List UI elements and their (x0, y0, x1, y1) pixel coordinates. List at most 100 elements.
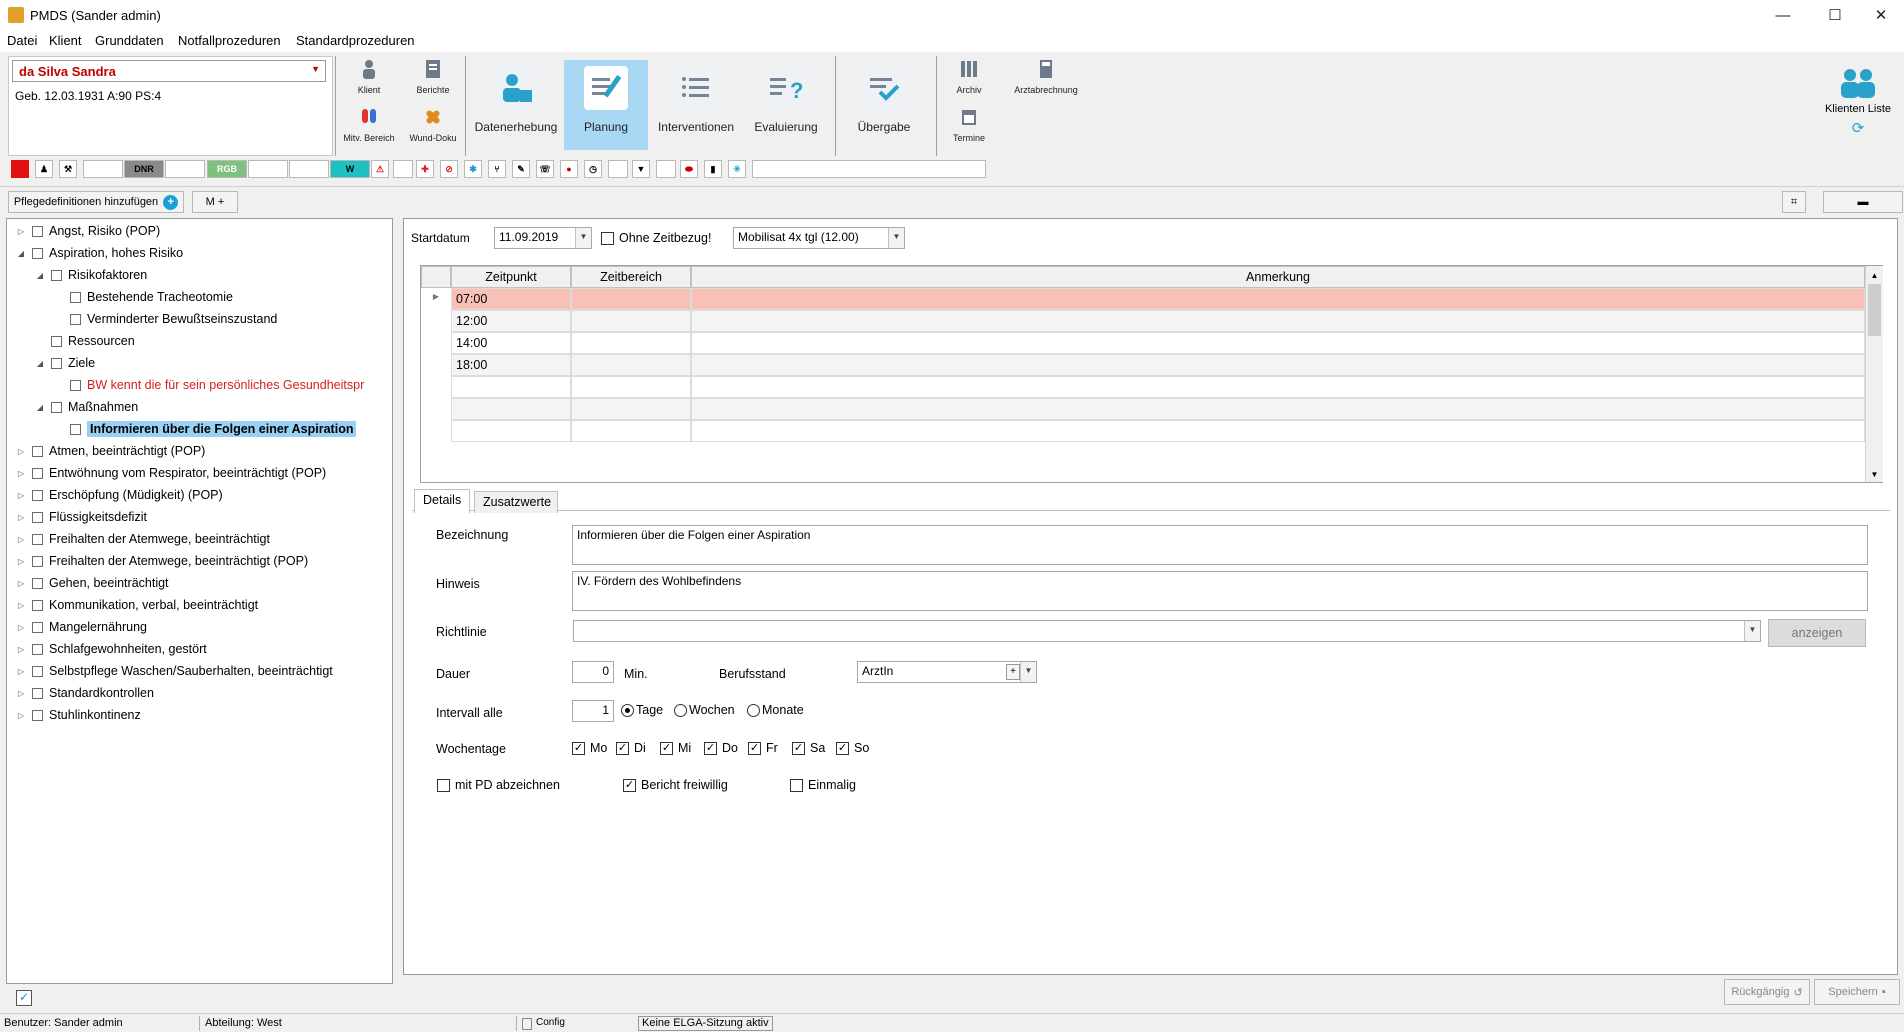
expand-toggle-icon[interactable]: ◢ (15, 249, 27, 258)
expand-toggle-icon[interactable]: ▷ (15, 601, 27, 610)
tree-checkbox[interactable] (32, 467, 43, 479)
tools-icon[interactable]: ⚒ (59, 160, 77, 178)
interventionen-button[interactable]: Interventionen (654, 60, 738, 150)
mit-pd-checkbox[interactable]: mit PD abzeichnen (437, 778, 560, 792)
tree-node[interactable]: ▷ Standardkontrollen (15, 683, 154, 703)
wrench-icon[interactable]: ✎ (512, 160, 530, 178)
termine-button[interactable]: Termine (942, 106, 996, 152)
radio-tage[interactable]: Tage (621, 703, 663, 717)
blood-drop-icon[interactable]: ● (560, 160, 578, 178)
dauer-field[interactable]: 0 (572, 661, 614, 683)
tree-node[interactable]: ▷ Atmen, beeinträchtigt (POP) (15, 441, 205, 461)
berichte-button[interactable]: Berichte (406, 58, 460, 104)
expand-toggle-icon[interactable]: ▷ (15, 447, 27, 456)
tree-checkbox[interactable] (70, 379, 81, 391)
expand-toggle-icon[interactable]: ▷ (15, 491, 27, 500)
battery-icon[interactable]: ▮ (704, 160, 722, 178)
bericht-freiwillig-checkbox[interactable]: ✓ Bericht freiwillig (623, 778, 728, 792)
tree-node[interactable]: Bestehende Tracheotomie (53, 287, 233, 307)
klienten-liste-button[interactable]: Klienten Liste ⟳ (1818, 66, 1898, 137)
tree-checkbox[interactable] (32, 687, 43, 699)
cross-icon[interactable]: ✚ (416, 160, 434, 178)
cell-anmerkung[interactable] (691, 332, 1865, 354)
tree-checkbox[interactable] (32, 445, 43, 457)
pill-icon[interactable]: ⬬ (680, 160, 698, 178)
snowflake-icon[interactable]: ✱ (464, 160, 482, 178)
cell-zeitbereich[interactable] (571, 376, 691, 398)
maximize-button[interactable]: ☐ (1812, 0, 1858, 30)
col-zeitpunkt[interactable]: Zeitpunkt (451, 266, 571, 288)
empty-field[interactable] (608, 160, 628, 178)
evaluierung-button[interactable]: ? Evaluierung (744, 60, 828, 150)
tree-checkbox[interactable] (32, 225, 43, 237)
red-flag-icon[interactable] (11, 160, 29, 178)
cell-zeitpunkt[interactable]: 07:00 (451, 288, 571, 310)
add-definition-button[interactable]: Pflegedefinitionen hinzufügen + (8, 191, 184, 213)
richtlinie-select[interactable]: ▼ (573, 620, 1761, 642)
tree-node[interactable]: ◢ Ziele (34, 353, 95, 373)
col-anmerkung[interactable]: Anmerkung (691, 266, 1865, 288)
tree-checkbox[interactable] (51, 357, 62, 369)
col-zeitbereich[interactable]: Zeitbereich (571, 266, 691, 288)
rgb-badge[interactable]: RGB (207, 160, 247, 178)
cell-anmerkung[interactable] (691, 310, 1865, 332)
tree-checkbox[interactable] (70, 313, 81, 325)
tree-node[interactable]: ▷ Freihalten der Atemwege, beeinträchtigt… (15, 551, 308, 571)
expand-toggle-icon[interactable]: ◢ (34, 403, 46, 412)
tree-checkbox[interactable] (32, 709, 43, 721)
config-checkbox[interactable] (522, 1018, 532, 1030)
uebergabe-button[interactable]: Übergabe (842, 60, 926, 150)
expand-toggle-icon[interactable]: ▷ (15, 623, 27, 632)
tree-checkbox[interactable] (51, 335, 62, 347)
tree-node[interactable]: ▷ Angst, Risiko (POP) (15, 221, 160, 241)
tree-node[interactable]: ▷ Stuhlinkontinenz (15, 705, 141, 725)
tree-node[interactable]: ◢ Maßnahmen (34, 397, 138, 417)
arztabrechnung-button[interactable]: Arztabrechnung (1010, 58, 1082, 104)
filter-icon[interactable]: ▼ (632, 160, 650, 178)
menu-notfallprozeduren[interactable]: Notfallprozeduren (178, 33, 281, 48)
scroll-down-icon[interactable]: ▼ (1866, 470, 1883, 479)
tree-node[interactable]: ▷ Freihalten der Atemwege, beeinträchtigt (15, 529, 270, 549)
print-icon[interactable]: ▬ (1823, 191, 1903, 213)
empty-field[interactable] (248, 160, 288, 178)
tree-node[interactable]: ▷ Flüssigkeitsdefizit (15, 507, 147, 527)
layout-icon[interactable]: ⌗ (1782, 191, 1806, 213)
dnr-badge[interactable]: DNR (124, 160, 164, 178)
tree-node[interactable]: Ressourcen (34, 331, 135, 351)
menu-standardprozeduren[interactable]: Standardprozeduren (296, 33, 415, 48)
tree-node[interactable]: Informieren über die Folgen einer Aspira… (53, 419, 357, 439)
anzeigen-button[interactable]: anzeigen (1768, 619, 1866, 647)
tree-checkbox[interactable] (32, 533, 43, 545)
ohne-zeitbezug-checkbox[interactable]: Ohne Zeitbezug! (601, 231, 711, 245)
row-header[interactable] (421, 310, 451, 332)
expand-toggle-icon[interactable]: ▷ (15, 227, 27, 236)
cell-zeitpunkt[interactable]: 18:00 (451, 354, 571, 376)
cell-zeitbereich[interactable] (571, 288, 691, 310)
tree-node[interactable]: ▷ Selbstpflege Waschen/Sauberhalten, beei… (15, 661, 333, 681)
cell-anmerkung[interactable] (691, 398, 1865, 420)
radio-monate[interactable]: Monate (747, 703, 804, 717)
berufsstand-select[interactable]: ArztIn + ▼ (857, 661, 1037, 683)
chevron-down-icon[interactable]: ▼ (575, 228, 591, 248)
tree-node[interactable]: ▷ Entwöhnung vom Respirator, beeinträchti… (15, 463, 326, 483)
tree-checkbox[interactable] (32, 577, 43, 589)
chevron-down-icon[interactable]: ▼ (1020, 662, 1036, 682)
radio-wochen[interactable]: Wochen (674, 703, 735, 717)
cell-zeitpunkt[interactable]: 14:00 (451, 332, 571, 354)
tree-node[interactable]: ▷ Gehen, beeinträchtigt (15, 573, 169, 593)
tree-checkbox[interactable] (70, 423, 81, 435)
bottom-checkbox[interactable]: ✓ (16, 990, 32, 1006)
mobilisat-select[interactable]: Mobilisat 4x tgl (12.00) ▼ (733, 227, 905, 249)
tree-checkbox[interactable] (32, 665, 43, 677)
scroll-up-icon[interactable]: ▲ (1866, 271, 1883, 280)
tree-node[interactable]: ▷ Erschöpfung (Müdigkeit) (POP) (15, 485, 223, 505)
expand-toggle-icon[interactable]: ▷ (15, 711, 27, 720)
tree-checkbox[interactable] (32, 555, 43, 567)
scroll-thumb[interactable] (1868, 284, 1881, 336)
tab-zusatzwerte[interactable]: Zusatzwerte (474, 491, 558, 513)
tree-node[interactable]: ◢ Risikofaktoren (34, 265, 147, 285)
tree-node[interactable]: ▷ Kommunikation, verbal, beeinträchtigt (15, 595, 258, 615)
tree-node[interactable]: BW kennt die für sein persönliches Gesun… (53, 375, 364, 395)
menu-klient[interactable]: Klient (49, 33, 82, 48)
w-badge[interactable]: W (330, 160, 370, 178)
